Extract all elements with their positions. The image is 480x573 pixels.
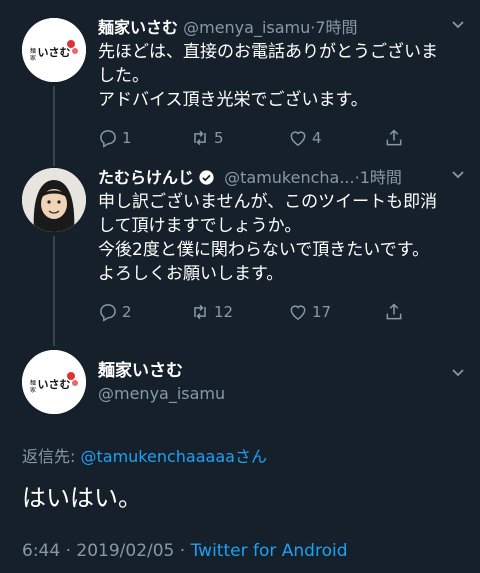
- tweet-actions: 1 5 4: [98, 126, 428, 150]
- svg-text:家: 家: [30, 386, 36, 394]
- like-count: 17: [312, 303, 332, 321]
- replying-suffix: さん: [234, 447, 267, 466]
- svg-text:麺: 麺: [30, 379, 36, 387]
- replying-prefix: 返信先:: [22, 447, 81, 466]
- tweet-time[interactable]: 1時間: [360, 168, 402, 187]
- profile-photo-icon: [22, 168, 86, 232]
- menya-isamu-logo-icon: いさむ 麺 家: [22, 350, 86, 414]
- username[interactable]: @menya_isamu: [98, 384, 225, 403]
- reply-button[interactable]: 1: [98, 126, 132, 150]
- replying-to: 返信先: @tamukenchaaaaaさん: [22, 443, 267, 467]
- retweet-icon: [194, 304, 206, 320]
- retweet-count: 5: [214, 129, 224, 147]
- display-name[interactable]: たむらけんじ: [98, 168, 194, 187]
- tweet-text-line: よろしくお願いします。: [98, 264, 284, 284]
- retweet-button[interactable]: 5: [190, 126, 224, 150]
- like-button[interactable]: 4: [288, 126, 322, 150]
- display-name[interactable]: 麺家いさむ: [98, 356, 183, 381]
- tweet-header: たむらけんじ @tamukencha...·1時間: [98, 164, 466, 190]
- avatar[interactable]: いさむ 麺 家: [22, 18, 86, 82]
- share-icon: [386, 303, 402, 320]
- tweet-text-line: した。: [98, 66, 149, 86]
- retweet-count: 12: [214, 303, 234, 321]
- reply-count: 2: [122, 303, 132, 321]
- tweet-time[interactable]: 7時間: [315, 18, 357, 37]
- username[interactable]: @tamukencha...: [224, 168, 354, 187]
- svg-text:いさむ: いさむ: [38, 378, 71, 391]
- tweet-text-line: 今後2度と僕に関わらないで頂きたいです。: [98, 240, 430, 260]
- retweet-icon: [194, 130, 206, 146]
- tweet-text-line: して頂けますでしょうか。: [98, 216, 302, 236]
- share-button[interactable]: [384, 126, 404, 150]
- tweet-actions: 2 12 17: [98, 300, 428, 324]
- reply-icon: [100, 130, 116, 148]
- tweet-source[interactable]: Twitter for Android: [191, 541, 348, 561]
- share-icon: [386, 129, 402, 146]
- tweet-text: 申し訳ございませんが、このツイートも即消 して頂けますでしょうか。 今後2度と僕…: [98, 190, 466, 286]
- like-button[interactable]: 17: [288, 300, 331, 324]
- avatar[interactable]: いさむ 麺 家: [22, 350, 86, 414]
- tweet-1[interactable]: いさむ 麺 家 麺家いさむ @menya_isamu·7時間 先ほどは、直接のお…: [0, 14, 480, 164]
- tweet-2[interactable]: たむらけんじ @tamukencha...·1時間 申し訳ございませんが、このツ…: [0, 164, 480, 344]
- svg-text:いさむ: いさむ: [38, 46, 71, 59]
- tweet-text: 先ほどは、直接のお電話ありがとうございま した。 アドバイス頂き光栄でございます…: [98, 40, 466, 112]
- menya-isamu-logo-icon: いさむ 麺 家: [22, 18, 86, 82]
- share-button[interactable]: [384, 300, 404, 324]
- username[interactable]: @menya_isamu: [183, 18, 310, 37]
- chevron-down-icon[interactable]: [450, 364, 466, 380]
- tweet-text-line: アドバイス頂き光栄でございます。: [98, 90, 368, 110]
- mention-link[interactable]: @tamukenchaaaaa: [80, 447, 234, 466]
- heart-icon: [290, 131, 306, 146]
- tweet-text: はいはい。: [22, 484, 142, 512]
- like-count: 4: [312, 129, 322, 147]
- heart-icon: [290, 305, 306, 320]
- retweet-button[interactable]: 12: [190, 300, 233, 324]
- chevron-down-icon[interactable]: [450, 166, 466, 182]
- reply-icon: [100, 304, 116, 322]
- svg-text:家: 家: [30, 54, 36, 62]
- reply-button[interactable]: 2: [98, 300, 132, 324]
- tweet-text-line: 申し訳ございませんが、このツイートも即消: [98, 192, 438, 212]
- avatar[interactable]: [22, 168, 86, 232]
- reply-count: 1: [122, 129, 132, 147]
- verified-badge-icon: [199, 170, 214, 185]
- tweet-timestamp[interactable]: 6:44 · 2019/02/05 ·: [22, 541, 191, 561]
- svg-text:麺: 麺: [30, 47, 36, 55]
- tweet-meta: 6:44 · 2019/02/05 · Twitter for Android: [22, 541, 347, 561]
- display-name[interactable]: 麺家いさむ: [98, 18, 178, 37]
- tweet-text-line: 先ほどは、直接のお電話ありがとうございま: [98, 42, 438, 62]
- tweet-header: 麺家いさむ @menya_isamu·7時間: [98, 14, 466, 40]
- chevron-down-icon[interactable]: [450, 16, 466, 32]
